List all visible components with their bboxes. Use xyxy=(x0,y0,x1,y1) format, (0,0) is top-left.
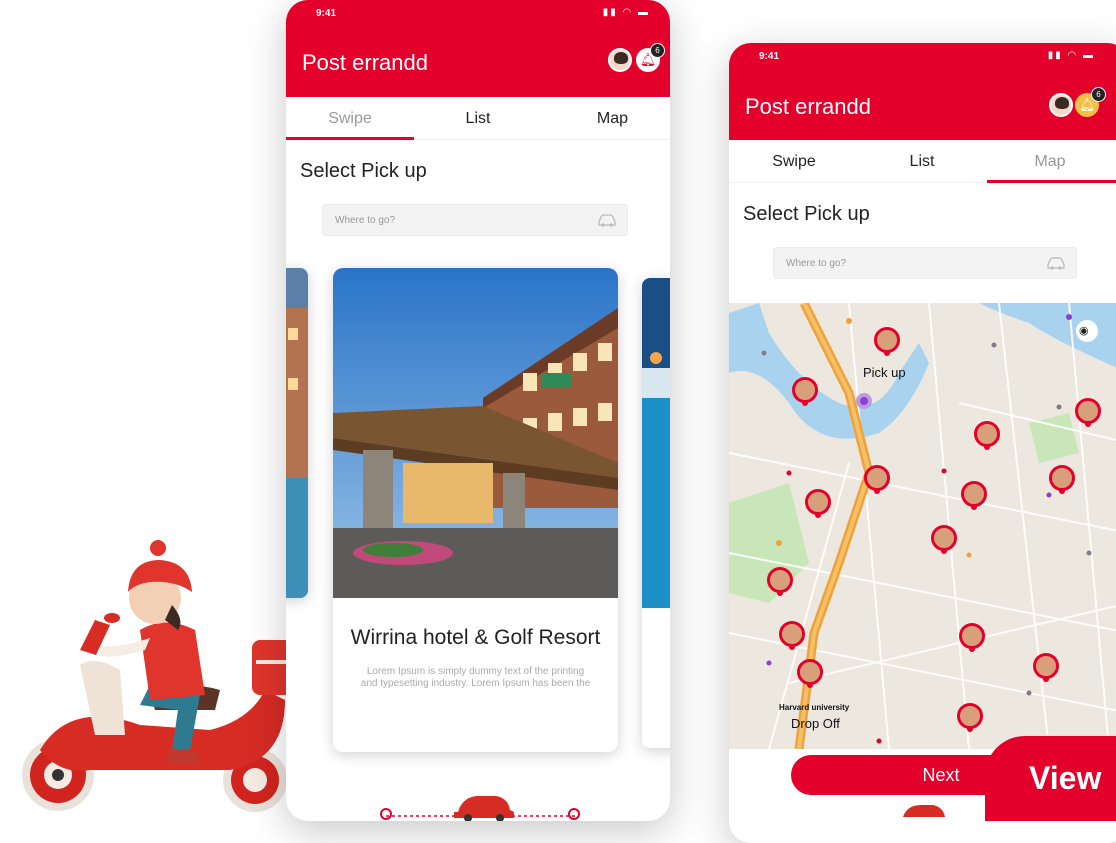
map-marker[interactable] xyxy=(974,421,1000,450)
hotel-photo-prev xyxy=(286,268,308,598)
hotel-name: Wirrina hotel & Golf Resort xyxy=(350,626,601,649)
map-marker[interactable] xyxy=(931,525,957,554)
car-icon xyxy=(1047,257,1065,270)
map-marker[interactable] xyxy=(961,481,987,510)
status-bar: 9:41 ▮▮ ◠ ▬ xyxy=(286,0,670,24)
avatar[interactable] xyxy=(608,48,632,72)
carousel-card-next[interactable] xyxy=(642,278,670,748)
map-canvas xyxy=(729,303,1116,749)
active-tab-indicator xyxy=(987,180,1116,183)
map-marker[interactable] xyxy=(1075,398,1101,427)
search-input[interactable] xyxy=(333,214,550,227)
car-icon xyxy=(598,214,616,227)
app-header: 9:41 ▮▮ ◠ ▬ Post errandd 🔔︎ 6 xyxy=(286,0,670,97)
pickup-label: Pick up xyxy=(863,365,906,380)
map-marker[interactable] xyxy=(779,621,805,650)
phone-map-view: 9:41 ▮▮ ◠ ▬ Post errandd 🔔︎ 6 Swipe List… xyxy=(729,43,1116,843)
map-marker[interactable] xyxy=(959,623,985,652)
view-button[interactable]: View xyxy=(985,736,1116,821)
avatar[interactable] xyxy=(1049,93,1073,117)
map-view[interactable]: ◉ Pick up Harvard university Drop Off xyxy=(729,303,1116,749)
signal-wifi-battery-icon: ▮▮ ◠ ▬ xyxy=(602,7,650,18)
tab-map[interactable]: Map xyxy=(985,142,1115,182)
status-bar: 9:41 ▮▮ ◠ ▬ xyxy=(729,43,1116,67)
status-time: 9:41 xyxy=(316,8,337,19)
tab-swipe[interactable]: Swipe xyxy=(729,142,859,182)
scooter-rider-illustration xyxy=(22,540,292,812)
status-time: 9:41 xyxy=(759,51,780,62)
hotel-photo xyxy=(333,268,618,598)
map-marker[interactable] xyxy=(957,703,983,732)
hotel-description: Lorem Ipsum is simply dummy text of the … xyxy=(360,666,591,689)
map-marker[interactable] xyxy=(1033,653,1059,682)
map-marker[interactable] xyxy=(797,659,823,688)
eye-icon[interactable]: ◉ xyxy=(1079,324,1089,337)
section-label: Select Pick up xyxy=(743,203,870,225)
page-title: Post errandd xyxy=(745,94,871,119)
active-tab-indicator xyxy=(286,137,414,140)
phone-swipe-view: 9:41 ▮▮ ◠ ▬ Post errandd 🔔︎ 6 Swipe List… xyxy=(286,0,670,821)
search-field[interactable] xyxy=(773,247,1077,279)
map-marker[interactable] xyxy=(1049,465,1075,494)
hotel-card[interactable]: Wirrina hotel & Golf Resort Lorem Ipsum … xyxy=(333,268,618,752)
dropoff-label: Drop Off xyxy=(791,716,840,731)
page-title: Post errandd xyxy=(302,50,428,75)
tab-swipe[interactable]: Swipe xyxy=(286,99,414,139)
search-input[interactable] xyxy=(784,257,1000,270)
dropoff-place-label: Harvard university xyxy=(779,703,850,712)
map-marker[interactable] xyxy=(792,377,818,406)
map-marker[interactable] xyxy=(864,465,890,494)
notification-badge: 6 xyxy=(1091,87,1106,102)
map-marker[interactable] xyxy=(767,567,793,596)
signal-wifi-battery-icon: ▮▮ ◠ ▬ xyxy=(1047,50,1095,61)
notification-badge: 6 xyxy=(650,43,665,58)
car-illustration xyxy=(903,805,945,817)
map-marker[interactable] xyxy=(874,327,900,356)
search-field[interactable] xyxy=(322,204,628,236)
tab-list[interactable]: List xyxy=(414,99,542,139)
tab-bar: Swipe List Map xyxy=(729,142,1116,183)
app-header: 9:41 ▮▮ ◠ ▬ Post errandd 🔔︎ 6 xyxy=(729,43,1116,140)
carousel-card-prev[interactable] xyxy=(286,268,308,598)
tab-bar: Swipe List Map xyxy=(286,99,670,140)
tab-list[interactable]: List xyxy=(857,142,987,182)
map-marker[interactable] xyxy=(805,489,831,518)
route-indicator xyxy=(380,796,580,821)
hotel-photo-next xyxy=(642,278,670,608)
tab-map[interactable]: Map xyxy=(542,99,670,139)
section-label: Select Pick up xyxy=(300,160,427,182)
